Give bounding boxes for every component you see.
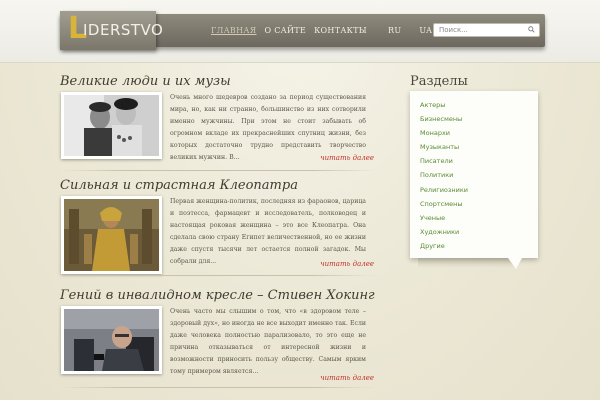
categories-panel: Актеры Бизнесмены Монархи Музыканты Писа… [410, 91, 538, 258]
categories-list: Актеры Бизнесмены Монархи Музыканты Писа… [410, 91, 538, 253]
nav-about[interactable]: О САЙТЕ [261, 23, 311, 38]
category-monarchs[interactable]: Монархи [420, 126, 538, 140]
search-placeholder: Поиск... [439, 26, 468, 34]
header-bar: L IDERSTVO ГЛАВНАЯ О САЙТЕ КОНТАКТЫ RU U… [60, 11, 545, 50]
category-artists[interactable]: Художники [420, 225, 538, 239]
category-musicians[interactable]: Музыканты [420, 140, 538, 154]
article-title[interactable]: Гений в инвалидном кресле – Стивен Хокин… [60, 288, 375, 304]
category-religious[interactable]: Религиозники [420, 183, 538, 197]
article-excerpt: Первая женщина-политик, последняя из фар… [170, 198, 366, 265]
article-title[interactable]: Сильная и страстная Клеопатра [60, 178, 298, 194]
site-logo[interactable]: L IDERSTVO [60, 11, 163, 50]
article-thumbnail[interactable] [61, 306, 162, 374]
read-more-link[interactable]: читать далее [320, 260, 374, 269]
article-thumbnail[interactable] [61, 196, 162, 274]
article-divider [60, 387, 376, 388]
lang-ru[interactable]: RU [384, 23, 405, 38]
category-athletes[interactable]: Спортсмены [420, 197, 538, 211]
category-actors[interactable]: Актеры [420, 98, 538, 112]
cleopatra-photo [64, 199, 159, 271]
category-businessmen[interactable]: Бизнесмены [420, 112, 538, 126]
article-divider [60, 275, 376, 276]
article-thumbnail[interactable] [61, 92, 162, 159]
category-writers[interactable]: Писатели [420, 154, 538, 168]
category-other[interactable]: Другие [420, 239, 538, 253]
logo-text: IDERSTVO [83, 21, 164, 39]
article-title[interactable]: Великие люди и их музы [60, 74, 231, 90]
search-input[interactable]: Поиск... [433, 23, 540, 37]
nav-contacts[interactable]: КОНТАКТЫ [310, 23, 371, 38]
muses-photo [64, 95, 159, 156]
read-more-link[interactable]: читать далее [320, 374, 374, 383]
category-politicians[interactable]: Политики [420, 168, 538, 182]
read-more-link[interactable]: читать далее [320, 154, 374, 163]
article-excerpt: Очень часто мы слышим о том, что «в здор… [170, 308, 366, 375]
sidebar-shadow [418, 258, 518, 268]
search-icon[interactable] [528, 26, 535, 33]
nav-home[interactable]: ГЛАВНАЯ [207, 23, 261, 38]
sidebar-speech-tail [508, 258, 522, 269]
main-nav: ГЛАВНАЯ О САЙТЕ КОНТАКТЫ [207, 14, 371, 47]
category-scientists[interactable]: Ученые [420, 211, 538, 225]
article-divider [60, 170, 376, 171]
sidebar-title: Разделы [410, 74, 468, 89]
hawking-photo [64, 309, 159, 371]
